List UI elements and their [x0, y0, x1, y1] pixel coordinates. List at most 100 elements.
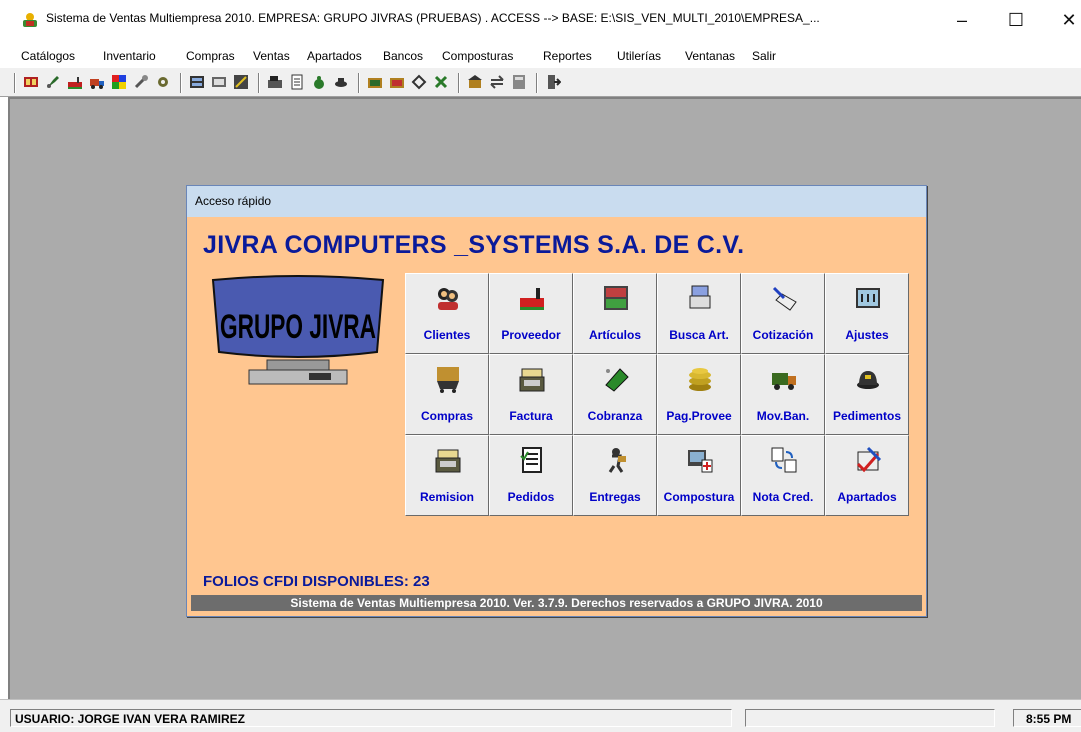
cash-register-icon	[519, 368, 545, 392]
menu-ventanas[interactable]: Ventanas	[685, 49, 735, 63]
pedidos-button[interactable]: Pedidos	[489, 435, 573, 516]
adjust-icon	[856, 288, 880, 308]
toolbar-separator	[180, 73, 182, 93]
pag-provee-button[interactable]: Pag.Provee	[657, 354, 741, 435]
tag-icon[interactable]	[410, 73, 428, 91]
window-title: Sistema de Ventas Multiempresa 2010. EMP…	[46, 11, 820, 25]
minimize-button[interactable]: –	[939, 8, 985, 32]
checklist-icon	[520, 447, 542, 473]
folder-open-icon[interactable]	[388, 73, 406, 91]
apartados-button[interactable]: Apartados	[825, 435, 909, 516]
coins-icon	[689, 368, 711, 391]
remision-button[interactable]: Remision	[405, 435, 489, 516]
cotizacion-button[interactable]: Cotización	[741, 273, 825, 354]
toolbar	[0, 68, 1081, 97]
bank-icon[interactable]	[466, 73, 484, 91]
menu-salir[interactable]: Salir	[752, 49, 776, 63]
pag-provee-label: Pag.Provee	[666, 409, 732, 423]
entregas-button[interactable]: Entregas	[573, 435, 657, 516]
mov-ban-label: Mov.Ban.	[756, 409, 810, 423]
menu-inventario[interactable]: Inventario	[103, 49, 156, 63]
compras-label: Compras	[420, 409, 473, 423]
inventory-icon[interactable]	[188, 73, 206, 91]
entregas-label: Entregas	[589, 490, 641, 504]
shelf-icon	[604, 286, 628, 310]
status-user: USUARIO: JORGE IVAN VERA RAMIREZ	[10, 709, 732, 727]
title-bar[interactable]: Sistema de Ventas Multiempresa 2010. EMP…	[0, 0, 1081, 39]
cash-register-icon	[435, 449, 461, 473]
cobranza-button[interactable]: Cobranza	[573, 354, 657, 435]
copyright-footer: Sistema de Ventas Multiempresa 2010. Ver…	[191, 595, 922, 611]
ajustes-label: Ajustes	[845, 328, 889, 342]
folios-cfdi-count: FOLIOS CFDI DISPONIBLES: 23	[203, 573, 430, 590]
toolbar-separator	[458, 73, 460, 93]
menu-apartados[interactable]: Apartados	[307, 49, 362, 63]
truck-icon[interactable]	[88, 73, 106, 91]
catalog-icon[interactable]	[22, 73, 40, 91]
grupo-jivra-logo: GRUPO JIVRA	[211, 275, 385, 385]
color-palette-icon[interactable]	[110, 73, 128, 91]
compostura-button[interactable]: Compostura	[657, 435, 741, 516]
adjust-icon[interactable]	[232, 73, 250, 91]
exit-icon[interactable]	[544, 73, 562, 91]
factura-button[interactable]: Factura	[489, 354, 573, 435]
maximize-button[interactable]: ☐	[993, 8, 1039, 32]
folder-icon[interactable]	[366, 73, 384, 91]
pedimentos-button[interactable]: Pedimentos	[825, 354, 909, 435]
calculator-icon[interactable]	[510, 73, 528, 91]
reserve-icon	[856, 446, 882, 473]
factura-label: Factura	[509, 409, 553, 423]
money-icon	[605, 368, 629, 392]
menu-reportes[interactable]: Reportes	[543, 49, 592, 63]
mov-ban-button[interactable]: Mov.Ban.	[741, 354, 825, 435]
compostura-label: Compostura	[663, 490, 735, 504]
money-bag-icon[interactable]	[310, 73, 328, 91]
tools-icon[interactable]	[132, 73, 150, 91]
pedidos-label: Pedidos	[507, 490, 555, 504]
articulos-button[interactable]: Artículos	[573, 273, 657, 354]
toolbar-separator	[358, 73, 360, 93]
menu-utilerias[interactable]: Utilerías	[617, 49, 661, 63]
search-articles-icon	[689, 285, 711, 309]
factory-icon[interactable]	[66, 73, 84, 91]
customs-cap-icon	[857, 371, 879, 389]
receipt-icon[interactable]	[288, 73, 306, 91]
menu-composturas[interactable]: Composturas	[442, 49, 513, 63]
exchange-icon[interactable]	[488, 73, 506, 91]
report-icon[interactable]	[210, 73, 228, 91]
menu-bancos[interactable]: Bancos	[383, 49, 423, 63]
quote-icon	[772, 286, 797, 311]
gear-icon[interactable]	[154, 73, 172, 91]
menu-bar: Catálogos Inventario Compras Ventas Apar…	[0, 44, 1081, 68]
delivery-icon	[608, 448, 626, 473]
compras-button[interactable]: Compras	[405, 354, 489, 435]
gift-icon[interactable]	[432, 73, 450, 91]
menu-catalogos[interactable]: Catálogos	[21, 49, 75, 63]
brush-icon[interactable]	[44, 73, 62, 91]
toolbar-separator	[258, 73, 260, 93]
app-icon	[23, 13, 37, 27]
nota-cred-button[interactable]: Nota Cred.	[741, 435, 825, 516]
cotizacion-label: Cotización	[752, 328, 814, 342]
pedimento-icon[interactable]	[332, 73, 350, 91]
clientes-button[interactable]: Clientes	[405, 273, 489, 354]
menu-compras[interactable]: Compras	[186, 49, 235, 63]
close-button[interactable]: ✕	[1046, 8, 1081, 32]
clients-icon	[438, 288, 458, 310]
menu-ventas[interactable]: Ventas	[253, 49, 290, 63]
busca-art-button[interactable]: Busca Art.	[657, 273, 741, 354]
status-clock: 8:55 PM	[1013, 709, 1081, 727]
proveedor-button[interactable]: Proveedor	[489, 273, 573, 354]
cobranza-label: Cobranza	[587, 409, 643, 423]
panel-title[interactable]: Acceso rápido	[187, 186, 926, 217]
pedimentos-label: Pedimentos	[832, 409, 901, 423]
status-panel	[745, 709, 995, 727]
nota-cred-label: Nota Cred.	[752, 490, 814, 504]
company-name: JIVRA COMPUTERS _SYSTEMS S.A. DE C.V.	[203, 231, 745, 259]
quick-access-window: Acceso rápido JIVRA COMPUTERS _SYSTEMS S…	[186, 185, 927, 617]
ajustes-button[interactable]: Ajustes	[825, 273, 909, 354]
clientes-label: Clientes	[423, 328, 471, 342]
cash-register-icon[interactable]	[266, 73, 284, 91]
articulos-label: Artículos	[588, 328, 641, 342]
credit-note-icon	[771, 447, 797, 473]
